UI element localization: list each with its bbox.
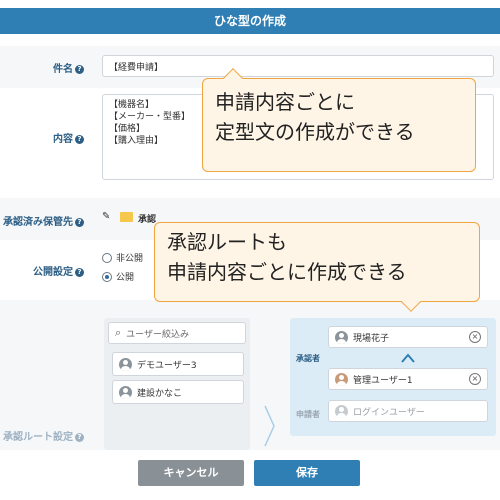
- applicant-label: 申請者: [296, 410, 320, 419]
- cancel-button[interactable]: キャンセル: [138, 460, 244, 486]
- content-callout: 申請内容ごとに 定型文の作成ができる: [202, 78, 476, 172]
- approver-item[interactable]: 現場花子 ×: [328, 326, 488, 348]
- subject-label-text: 件名: [53, 64, 73, 75]
- user-item[interactable]: デモユーザー3: [112, 352, 244, 376]
- search-icon: ⌕: [115, 326, 122, 339]
- route-callout-line1: 承認ルートも: [167, 230, 287, 254]
- help-icon[interactable]: ?: [75, 135, 84, 144]
- chevron-up-icon: [400, 350, 416, 364]
- user-avatar-icon: [335, 330, 348, 344]
- help-icon[interactable]: ?: [75, 65, 84, 74]
- user-avatar-icon: [119, 357, 132, 371]
- destination-value: 承認: [138, 215, 157, 225]
- subject-label: 件名?: [0, 60, 84, 75]
- visibility-label: 公開設定?: [0, 263, 84, 278]
- route-callout-line2: 申請内容ごとに作成できる: [167, 260, 407, 284]
- user-avatar-icon: [335, 404, 348, 418]
- approver-name: 現場花子: [353, 333, 390, 344]
- remove-icon[interactable]: ×: [469, 331, 481, 343]
- dialog-title: ひな型の作成: [0, 8, 500, 34]
- user-avatar-icon: [119, 385, 132, 399]
- save-button[interactable]: 保存: [254, 460, 360, 486]
- chevron-right-icon: [264, 405, 275, 447]
- radio-private-dot[interactable]: [102, 252, 112, 263]
- help-icon[interactable]: ?: [75, 268, 84, 277]
- radio-private-label: 非公開: [116, 254, 144, 264]
- subject-input[interactable]: 【経費申請】: [102, 55, 494, 77]
- applicant-item: ログインユーザー: [328, 400, 488, 422]
- user-item-label: 建設かなこ: [137, 388, 183, 399]
- radio-public[interactable]: 公開: [102, 270, 134, 283]
- user-item[interactable]: 建設かなこ: [112, 380, 244, 404]
- radio-public-dot[interactable]: [102, 271, 112, 282]
- user-search-placeholder: ユーザー絞込み: [126, 329, 189, 340]
- approver-name: 管理ユーザー1: [353, 375, 413, 386]
- user-item-label: デモユーザー3: [137, 360, 197, 371]
- destination-label-text: 承認済み保管先: [3, 217, 73, 228]
- help-icon[interactable]: ?: [75, 218, 84, 227]
- user-search-field[interactable]: ⌕ ユーザー絞込み: [108, 322, 246, 344]
- radio-public-label: 公開: [116, 273, 135, 283]
- content-label: 内容?: [0, 130, 84, 145]
- approver-label: 承認者: [296, 354, 320, 363]
- route-label: 承認ルート設定?: [0, 428, 84, 443]
- route-callout: 承認ルートも 申請内容ごとに作成できる: [154, 222, 480, 302]
- pencil-icon[interactable]: ✎: [102, 211, 110, 222]
- content-callout-line1: 申請内容ごとに: [215, 90, 355, 114]
- radio-private[interactable]: 非公開: [102, 251, 143, 264]
- approver-item[interactable]: 管理ユーザー1 ×: [328, 368, 488, 390]
- applicant-name: ログインユーザー: [353, 407, 425, 418]
- template-dialog: ひな型の作成 件名? 【経費申請】 内容? 【機器名】 【メーカー・型番】 【価…: [0, 0, 500, 500]
- content-label-text: 内容: [53, 134, 73, 145]
- help-icon[interactable]: ?: [75, 433, 84, 442]
- route-label-text: 承認ルート設定: [3, 432, 73, 443]
- destination-label: 承認済み保管先?: [0, 213, 84, 228]
- content-callout-line2: 定型文の作成ができる: [215, 120, 415, 144]
- visibility-label-text: 公開設定: [33, 267, 73, 278]
- user-avatar-icon: [335, 372, 348, 386]
- folder-icon: [120, 212, 133, 222]
- remove-icon[interactable]: ×: [469, 373, 481, 385]
